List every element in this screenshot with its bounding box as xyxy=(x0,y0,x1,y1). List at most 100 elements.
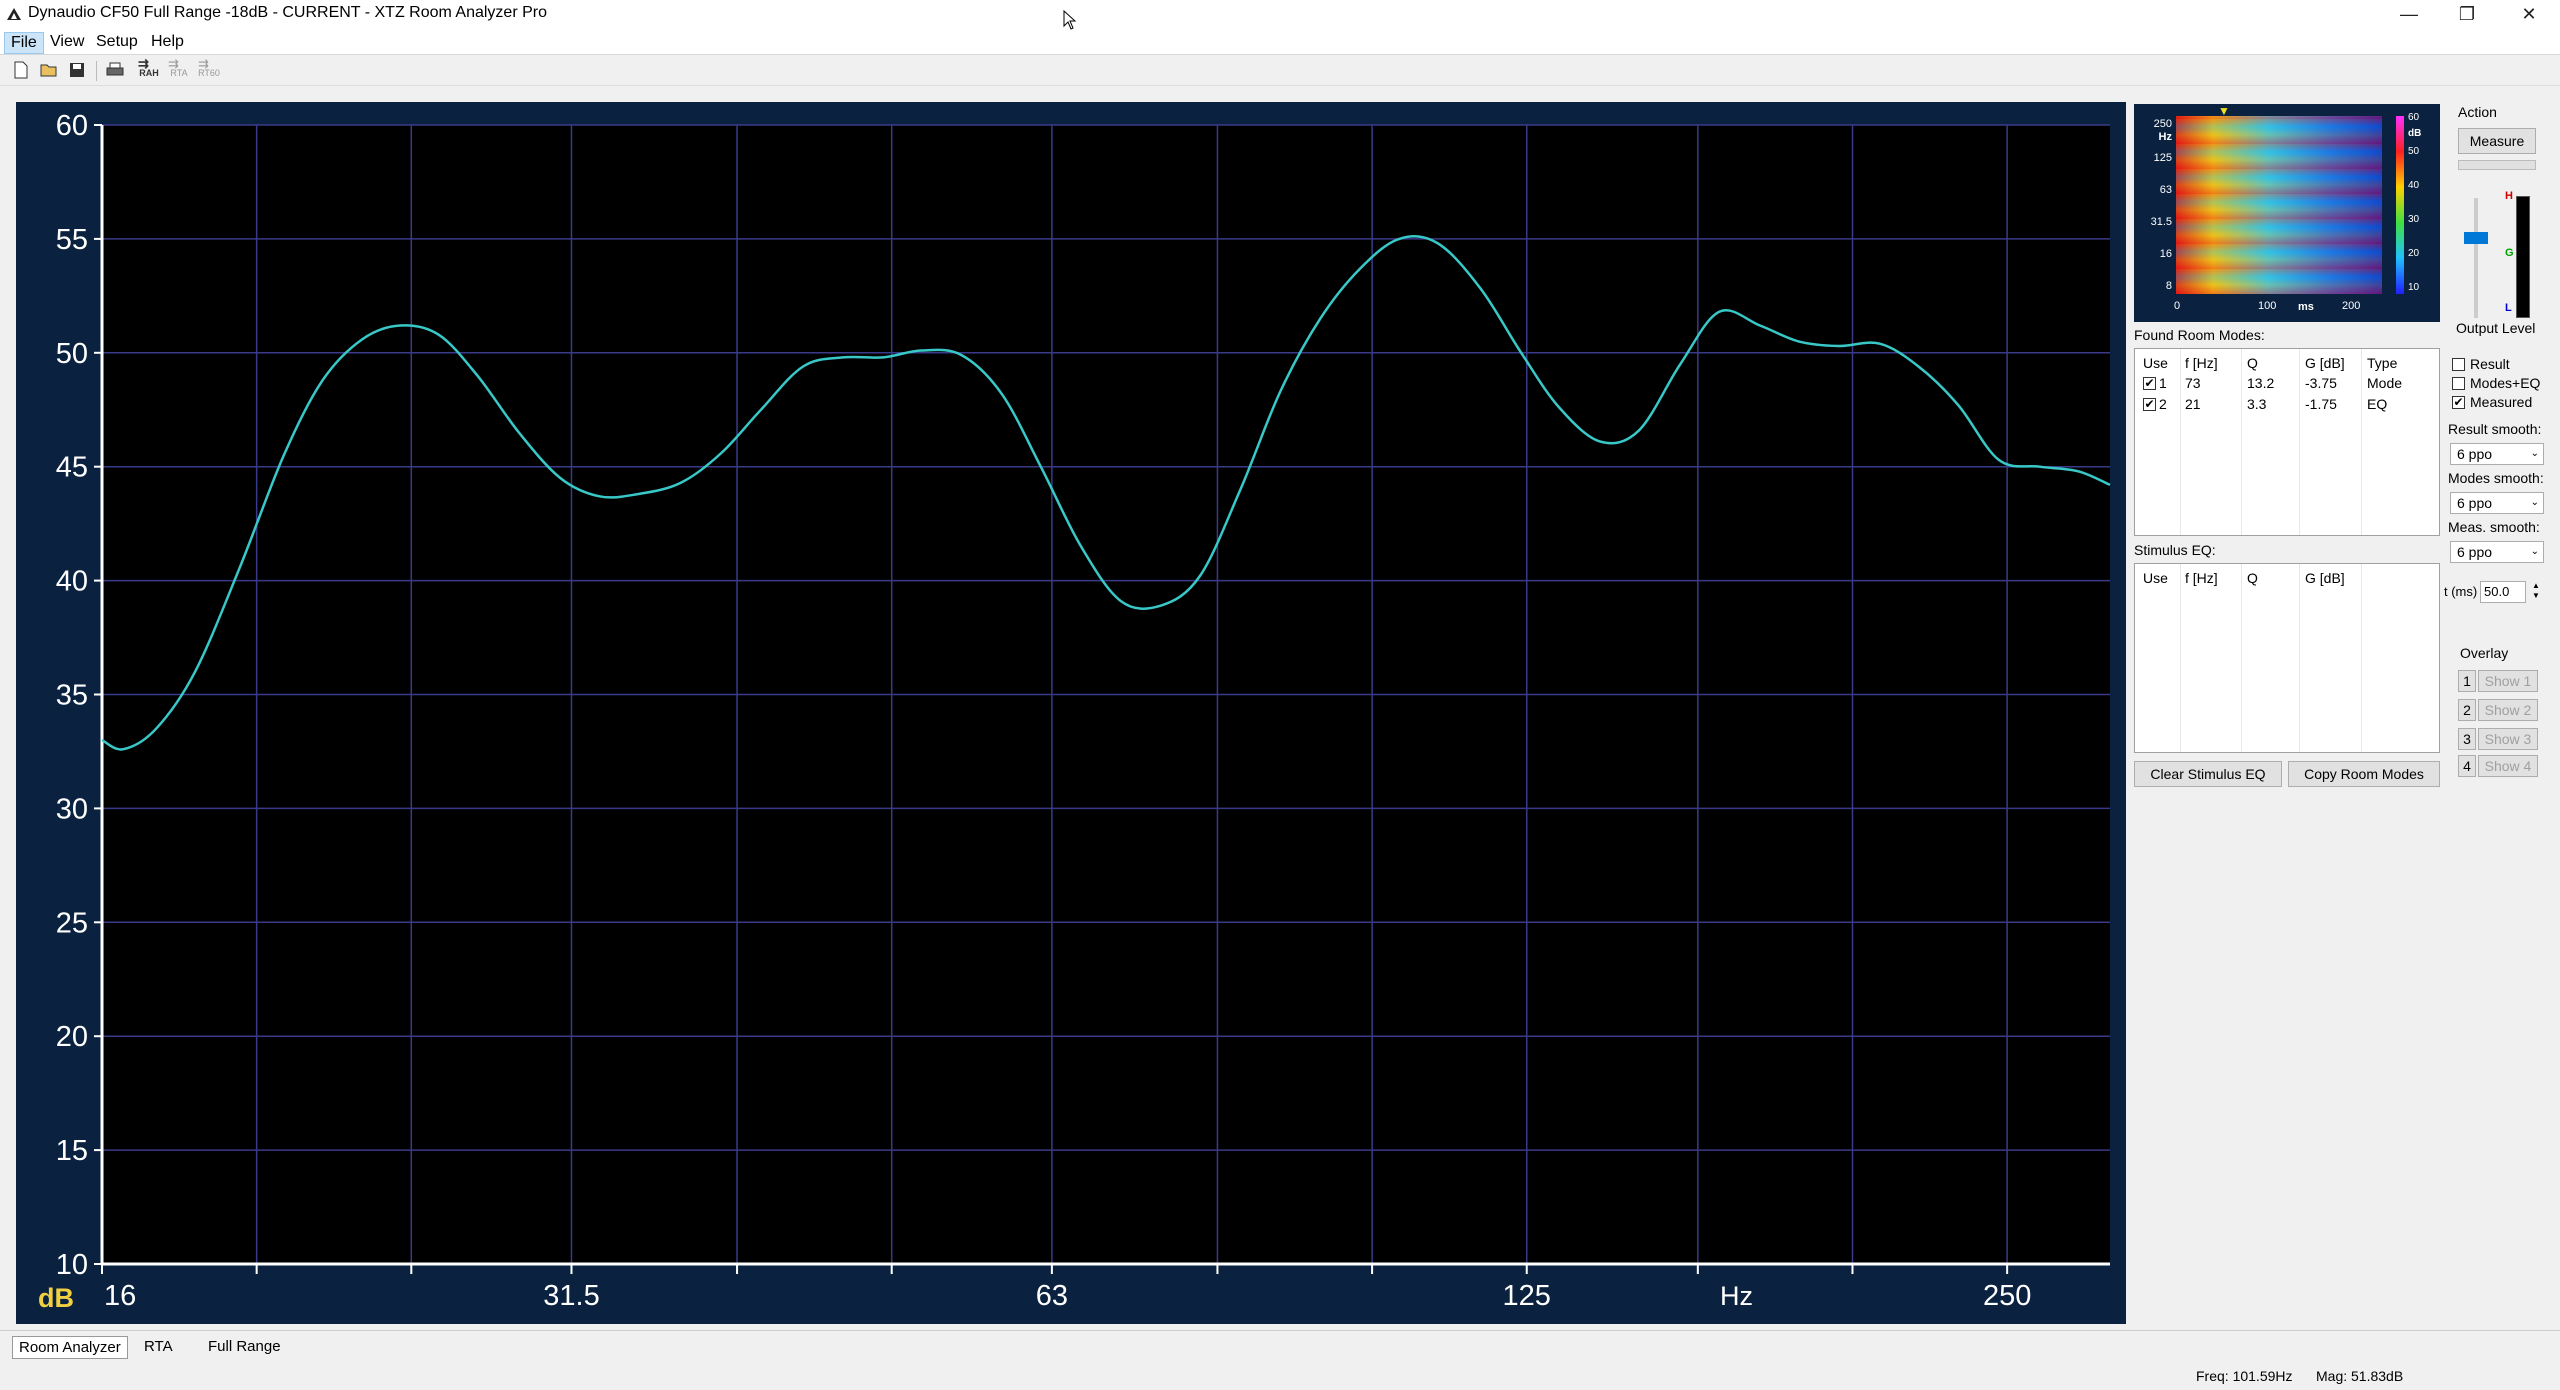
meter-low-label: L xyxy=(2505,302,2512,314)
spectrogram-scale-40: 40 xyxy=(2408,180,2420,191)
y-axis-unit-label: dB xyxy=(38,1283,74,1313)
overlay-show-4-button[interactable]: Show 4 xyxy=(2478,755,2538,777)
meter-high-label: H xyxy=(2505,190,2513,202)
modes-smooth-label: Modes smooth: xyxy=(2448,470,2544,486)
new-file-icon[interactable] xyxy=(8,58,34,82)
spectrogram-panel[interactable]: ▼ 250 Hz 125 63 31.5 16 8 0 100 ms 200 d… xyxy=(2134,104,2440,322)
overlay-store-2-button[interactable]: 2 xyxy=(2458,699,2476,721)
mode-type: Mode xyxy=(2367,375,2403,391)
close-button[interactable]: ✕ xyxy=(2500,0,2558,30)
mode-frequency: 73 xyxy=(2185,375,2201,391)
overlay-store-3-button[interactable]: 3 xyxy=(2458,728,2476,750)
spectrogram-time-marker[interactable]: ▼ xyxy=(2218,104,2230,118)
spectrogram-y-label-16: 16 xyxy=(2159,248,2172,260)
open-folder-icon[interactable] xyxy=(36,58,62,82)
time-window-spinner[interactable]: ▲ ▼ xyxy=(2528,581,2544,603)
found-room-modes-title: Found Room Modes: xyxy=(2134,327,2265,343)
spectrogram-scale-30: 30 xyxy=(2408,214,2420,225)
column-header-use[interactable]: Use xyxy=(2143,355,2168,371)
y-axis-ticks: 60 55 50 45 40 35 30 25 20 15 10 xyxy=(56,110,102,1281)
menu-view[interactable]: View xyxy=(44,32,90,52)
spectrogram-y-unit: Hz xyxy=(2158,131,2172,143)
frequency-response-chart[interactable]: 60 55 50 45 40 35 30 25 20 15 10 16 31.5 63 125 250 dB… xyxy=(16,102,2126,1324)
measure-button[interactable]: Measure xyxy=(2458,128,2536,154)
toolbar-separator xyxy=(96,61,97,81)
menu-file[interactable]: File xyxy=(4,32,44,54)
column-header-use[interactable]: Use xyxy=(2143,570,2168,586)
result-smooth-label: Result smooth: xyxy=(2448,421,2542,437)
output-level-slider-thumb[interactable] xyxy=(2464,232,2488,244)
overlay-show-1-button[interactable]: Show 1 xyxy=(2478,670,2538,692)
rah-tool-button[interactable]: ⇉ RAH xyxy=(136,56,162,82)
y-tick-label: 40 xyxy=(56,566,88,598)
stimulus-eq-table[interactable]: Use f [Hz] Q G [dB] xyxy=(2134,563,2440,753)
mode-gain: -1.75 xyxy=(2305,396,2337,412)
status-magnitude: Mag: 51.83dB xyxy=(2316,1368,2404,1384)
column-header-q[interactable]: Q xyxy=(2247,570,2258,586)
x-tick-label: 125 xyxy=(1503,1280,1551,1312)
meter-good-label: G xyxy=(2505,247,2514,259)
rta-tool-button[interactable]: ⇉ RTA xyxy=(166,56,192,82)
action-panel: Action Measure H G L Output Level xyxy=(2448,102,2548,342)
mode-q: 13.2 xyxy=(2247,375,2275,391)
tab-rta[interactable]: RTA xyxy=(138,1336,179,1357)
output-level-slider-track xyxy=(2474,198,2478,318)
overlay-show-2-button[interactable]: Show 2 xyxy=(2478,699,2538,721)
menu-setup[interactable]: Setup xyxy=(90,32,144,52)
overlay-store-4-button[interactable]: 4 xyxy=(2458,755,2476,777)
result-smooth-select[interactable]: 6 ppo ⌄ xyxy=(2450,443,2544,465)
meas-smooth-select[interactable]: 6 ppo ⌄ xyxy=(2450,541,2544,563)
rt60-tool-button[interactable]: ⇉ RT60 xyxy=(196,56,222,82)
column-header-gain[interactable]: G [dB] xyxy=(2305,355,2345,371)
spectrogram-y-label-125: 125 xyxy=(2153,152,2172,164)
chevron-down-icon: ⌄ xyxy=(2530,448,2539,459)
mode-gain: -3.75 xyxy=(2305,375,2337,391)
copy-room-modes-button[interactable]: Copy Room Modes xyxy=(2288,761,2440,787)
mode-frequency: 21 xyxy=(2185,396,2201,412)
tab-room-analyzer[interactable]: Room Analyzer xyxy=(12,1336,128,1359)
found-room-modes-table[interactable]: Use f [Hz] Q G [dB] Type ✔ 1 73 13.2 -3.… xyxy=(2134,348,2440,536)
spectrogram-image xyxy=(2176,116,2382,294)
modes-eq-checkbox[interactable] xyxy=(2452,377,2465,390)
mode-use-checkbox[interactable]: ✔ xyxy=(2143,377,2156,390)
y-tick-label: 50 xyxy=(56,338,88,370)
measured-checkbox[interactable]: ✔ xyxy=(2452,396,2465,409)
spectrogram-x-unit: ms xyxy=(2298,301,2314,313)
menu-bar: File View Setup Help xyxy=(0,30,2560,55)
column-header-freq[interactable]: f [Hz] xyxy=(2185,355,2218,371)
column-header-q[interactable]: Q xyxy=(2247,355,2258,371)
mouse-cursor-icon xyxy=(1063,10,1077,30)
spectrogram-x-label-200: 200 xyxy=(2342,300,2361,312)
stimulus-eq-title: Stimulus EQ: xyxy=(2134,542,2216,558)
x-tick-label: 63 xyxy=(1036,1280,1068,1312)
y-tick-label: 35 xyxy=(56,680,88,712)
clear-stimulus-eq-button[interactable]: Clear Stimulus EQ xyxy=(2134,761,2282,787)
time-window-input[interactable]: 50.0 xyxy=(2480,581,2526,603)
x-tick-label: 16 xyxy=(104,1280,136,1312)
column-header-freq[interactable]: f [Hz] xyxy=(2185,570,2218,586)
spectrogram-y-label-8: 8 xyxy=(2165,280,2172,292)
output-level-label: Output Level xyxy=(2456,320,2536,336)
result-checkbox-label: Result xyxy=(2470,356,2510,372)
tab-full-range[interactable]: Full Range xyxy=(202,1336,287,1357)
modes-smooth-select[interactable]: 6 ppo ⌄ xyxy=(2450,492,2544,514)
column-header-type[interactable]: Type xyxy=(2367,355,2397,371)
title-bar: Dynaudio CF50 Full Range -18dB - CURRENT… xyxy=(0,0,2560,30)
maximize-button[interactable]: ❐ xyxy=(2438,0,2496,30)
overlay-show-3-button[interactable]: Show 3 xyxy=(2478,728,2538,750)
spectrogram-y-label-63: 63 xyxy=(2159,184,2172,196)
app-icon xyxy=(7,8,21,20)
mode-use-checkbox[interactable]: ✔ xyxy=(2143,398,2156,411)
overlay-title: Overlay xyxy=(2460,645,2509,661)
spectrogram-scale-50: 50 xyxy=(2408,146,2420,157)
save-icon[interactable] xyxy=(64,58,90,82)
y-tick-label: 55 xyxy=(56,224,88,256)
column-header-gain[interactable]: G [dB] xyxy=(2305,570,2345,586)
result-checkbox[interactable] xyxy=(2452,358,2465,371)
minimize-button[interactable]: — xyxy=(2380,0,2438,30)
overlay-store-1-button[interactable]: 1 xyxy=(2458,670,2476,692)
print-icon[interactable] xyxy=(102,58,128,82)
mode-q: 3.3 xyxy=(2247,396,2267,412)
toolbar: ⇉ RAH ⇉ RTA ⇉ RT60 xyxy=(0,55,2560,86)
mode-type: EQ xyxy=(2367,396,2388,412)
